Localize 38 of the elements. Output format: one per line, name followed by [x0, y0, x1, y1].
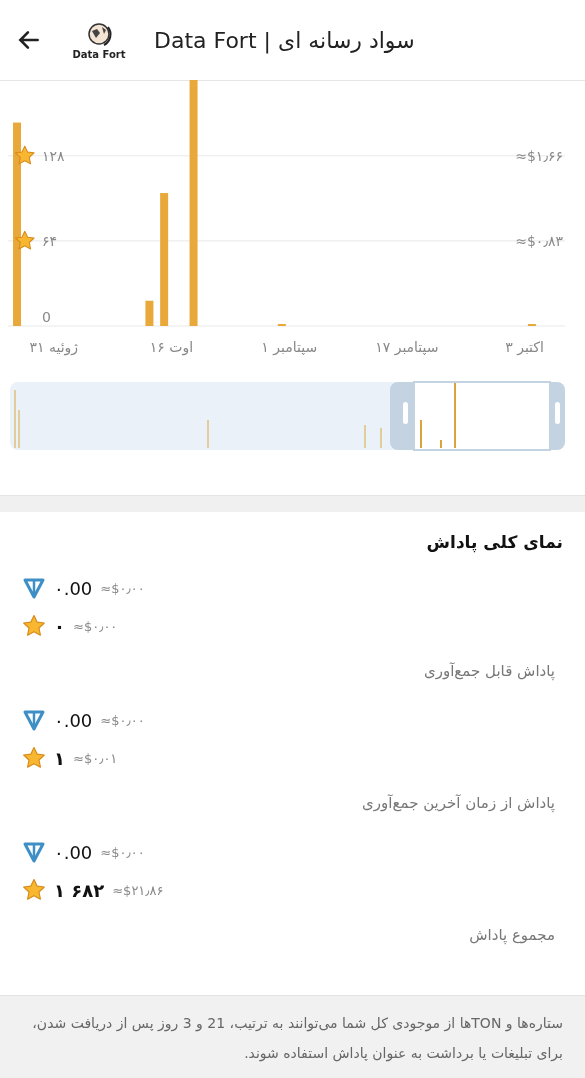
axis-label: سپتامبر ۱۷	[375, 339, 439, 355]
reward-amount: ۰.00	[54, 577, 93, 599]
ton-icon	[22, 576, 46, 600]
chart-bar	[145, 300, 154, 326]
ton-icon	[22, 840, 46, 864]
reward-amount: ۱	[54, 747, 65, 769]
axis-label: اکتبر ۳	[505, 339, 544, 355]
reward-label: مجموع پاداش	[469, 926, 555, 944]
star-icon	[22, 614, 46, 638]
axis-label: ۱۲۸	[42, 147, 65, 164]
axis-label: ≈$۰٫۸۳	[515, 232, 563, 249]
reward-label: پاداش از زمان آخرین جمع‌آوری	[362, 794, 555, 812]
info-note: ستاره‌ها و TONها از موجودی کل شما می‌توانند به ترتیب، 21 و 3 روز پس از دریافت شدن، برای تبلیغات یا برداشت به عنوان پاداش استفاده شوند.	[0, 995, 585, 1078]
reward-label: پاداش قابل جمع‌آوری	[423, 662, 555, 680]
star-icon	[22, 878, 46, 902]
usd-value: ≈$۰٫۰۰	[73, 618, 118, 634]
usd-value: ≈$۲۱٫۸۶	[112, 882, 164, 898]
logo-text: Data Fort	[72, 48, 126, 60]
section-title: نمای کلی پاداش	[425, 532, 563, 552]
star-icon	[15, 230, 35, 250]
axis-label: ژوئیه ۳۱	[29, 339, 79, 355]
usd-value: ≈$۰٫۰۰	[100, 844, 145, 860]
star-icon	[15, 145, 35, 165]
axis-label: 0	[42, 309, 51, 325]
reward-amount: ۰.00	[54, 841, 93, 863]
usd-value: ≈$۰٫۰۰	[100, 580, 145, 596]
usd-value: ≈$۰٫۰۱	[73, 750, 118, 766]
usd-value: ≈$۰٫۰۰	[100, 712, 145, 728]
ton-icon	[22, 708, 46, 732]
reward-amount: ۱ ۶۸۲	[54, 879, 105, 901]
star-icon	[22, 746, 46, 770]
axis-label: ۶۴	[42, 232, 58, 249]
page-title: سواد رسانه ای | Data Fort	[154, 27, 415, 53]
reward-amount: ۰.00	[54, 709, 93, 731]
reward-amount: ۰	[54, 615, 65, 637]
axis-label: اوت ۱۶	[149, 339, 194, 355]
axis-label: ≈$۱٫۶۶	[515, 147, 563, 164]
axis-label: سپتامبر ۱	[261, 339, 318, 355]
